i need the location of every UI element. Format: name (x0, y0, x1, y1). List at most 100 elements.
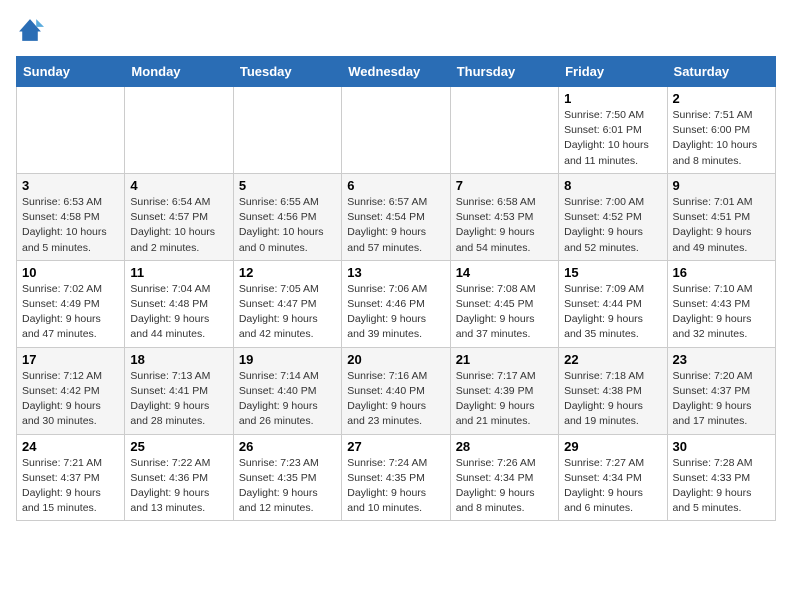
day-number: 21 (456, 352, 553, 367)
calendar-cell: 29 Sunrise: 7:27 AMSunset: 4:34 PMDayligh… (559, 434, 667, 521)
day-number: 22 (564, 352, 661, 367)
day-number: 17 (22, 352, 119, 367)
day-number: 15 (564, 265, 661, 280)
calendar-cell: 18 Sunrise: 7:13 AMSunset: 4:41 PMDayligh… (125, 347, 233, 434)
calendar-cell: 5 Sunrise: 6:55 AMSunset: 4:56 PMDaylight… (233, 173, 341, 260)
calendar-cell: 15 Sunrise: 7:09 AMSunset: 4:44 PMDayligh… (559, 260, 667, 347)
day-info: Sunrise: 7:14 AMSunset: 4:40 PMDaylight:… (239, 369, 336, 430)
day-info: Sunrise: 7:27 AMSunset: 4:34 PMDaylight:… (564, 456, 661, 517)
calendar-cell: 25Sunrise: 7:22 AMSunset: 4:36 PMDayligh… (125, 434, 233, 521)
calendar-cell (233, 87, 341, 174)
day-number: 24 (22, 439, 119, 454)
day-info: Sunrise: 7:12 AMSunset: 4:42 PMDaylight:… (22, 369, 119, 430)
calendar-cell: 13 Sunrise: 7:06 AMSunset: 4:46 PMDayligh… (342, 260, 450, 347)
calendar-cell: 2 Sunrise: 7:51 AMSunset: 6:00 PMDaylight… (667, 87, 775, 174)
day-info: Sunrise: 7:13 AMSunset: 4:41 PMDaylight:… (130, 369, 227, 430)
day-info: Sunrise: 7:24 AMSunset: 4:35 PMDaylight:… (347, 456, 444, 517)
calendar-cell: 20 Sunrise: 7:16 AMSunset: 4:40 PMDayligh… (342, 347, 450, 434)
day-number: 26 (239, 439, 336, 454)
day-number: 7 (456, 178, 553, 193)
calendar-cell: 22 Sunrise: 7:18 AMSunset: 4:38 PMDayligh… (559, 347, 667, 434)
day-number: 5 (239, 178, 336, 193)
day-number: 28 (456, 439, 553, 454)
day-info: Sunrise: 7:51 AMSunset: 6:00 PMDaylight:… (673, 108, 770, 169)
calendar-cell: 3 Sunrise: 6:53 AMSunset: 4:58 PMDaylight… (17, 173, 125, 260)
weekday-header-tuesday: Tuesday (233, 57, 341, 87)
day-info: Sunrise: 7:22 AMSunset: 4:36 PMDaylight:… (130, 456, 227, 517)
day-number: 2 (673, 91, 770, 106)
calendar-cell: 19Sunrise: 7:14 AMSunset: 4:40 PMDayligh… (233, 347, 341, 434)
day-number: 14 (456, 265, 553, 280)
day-info: Sunrise: 7:06 AMSunset: 4:46 PMDaylight:… (347, 282, 444, 343)
calendar-cell: 9Sunrise: 7:01 AMSunset: 4:51 PMDaylight… (667, 173, 775, 260)
calendar-cell: 11 Sunrise: 7:04 AMSunset: 4:48 PMDayligh… (125, 260, 233, 347)
day-number: 12 (239, 265, 336, 280)
day-info: Sunrise: 7:01 AMSunset: 4:51 PMDaylight:… (673, 195, 770, 256)
weekday-header-saturday: Saturday (667, 57, 775, 87)
day-info: Sunrise: 6:53 AMSunset: 4:58 PMDaylight:… (22, 195, 119, 256)
calendar-cell (17, 87, 125, 174)
day-number: 13 (347, 265, 444, 280)
day-number: 16 (673, 265, 770, 280)
calendar-cell: 24 Sunrise: 7:21 AMSunset: 4:37 PMDayligh… (17, 434, 125, 521)
calendar-cell: 23 Sunrise: 7:20 AMSunset: 4:37 PMDayligh… (667, 347, 775, 434)
day-info: Sunrise: 7:16 AMSunset: 4:40 PMDaylight:… (347, 369, 444, 430)
day-info: Sunrise: 7:18 AMSunset: 4:38 PMDaylight:… (564, 369, 661, 430)
day-number: 10 (22, 265, 119, 280)
calendar-cell: 17 Sunrise: 7:12 AMSunset: 4:42 PMDayligh… (17, 347, 125, 434)
day-number: 1 (564, 91, 661, 106)
calendar-cell: 26 Sunrise: 7:23 AMSunset: 4:35 PMDayligh… (233, 434, 341, 521)
day-info: Sunrise: 7:21 AMSunset: 4:37 PMDaylight:… (22, 456, 119, 517)
day-info: Sunrise: 6:54 AMSunset: 4:57 PMDaylight:… (130, 195, 227, 256)
week-row-4: 17 Sunrise: 7:12 AMSunset: 4:42 PMDayligh… (17, 347, 776, 434)
day-number: 29 (564, 439, 661, 454)
logo (16, 16, 48, 44)
calendar-table: SundayMondayTuesdayWednesdayThursdayFrid… (16, 56, 776, 521)
calendar-cell (342, 87, 450, 174)
day-info: Sunrise: 7:17 AMSunset: 4:39 PMDaylight:… (456, 369, 553, 430)
day-number: 23 (673, 352, 770, 367)
day-info: Sunrise: 7:09 AMSunset: 4:44 PMDaylight:… (564, 282, 661, 343)
calendar-cell: 14 Sunrise: 7:08 AMSunset: 4:45 PMDayligh… (450, 260, 558, 347)
day-info: Sunrise: 7:26 AMSunset: 4:34 PMDaylight:… (456, 456, 553, 517)
day-info: Sunrise: 6:58 AMSunset: 4:53 PMDaylight:… (456, 195, 553, 256)
day-info: Sunrise: 7:02 AMSunset: 4:49 PMDaylight:… (22, 282, 119, 343)
day-info: Sunrise: 6:57 AMSunset: 4:54 PMDaylight:… (347, 195, 444, 256)
day-number: 18 (130, 352, 227, 367)
calendar-cell (125, 87, 233, 174)
calendar-cell: 6Sunrise: 6:57 AMSunset: 4:54 PMDaylight… (342, 173, 450, 260)
day-number: 4 (130, 178, 227, 193)
weekday-header-monday: Monday (125, 57, 233, 87)
day-number: 20 (347, 352, 444, 367)
calendar-cell: 8 Sunrise: 7:00 AMSunset: 4:52 PMDaylight… (559, 173, 667, 260)
day-info: Sunrise: 7:20 AMSunset: 4:37 PMDaylight:… (673, 369, 770, 430)
day-info: Sunrise: 7:05 AMSunset: 4:47 PMDaylight:… (239, 282, 336, 343)
week-row-5: 24 Sunrise: 7:21 AMSunset: 4:37 PMDayligh… (17, 434, 776, 521)
weekday-header-friday: Friday (559, 57, 667, 87)
calendar-cell: 12 Sunrise: 7:05 AMSunset: 4:47 PMDayligh… (233, 260, 341, 347)
weekday-header-sunday: Sunday (17, 57, 125, 87)
day-info: Sunrise: 6:55 AMSunset: 4:56 PMDaylight:… (239, 195, 336, 256)
calendar-cell: 30Sunrise: 7:28 AMSunset: 4:33 PMDayligh… (667, 434, 775, 521)
calendar-cell: 10 Sunrise: 7:02 AMSunset: 4:49 PMDayligh… (17, 260, 125, 347)
calendar-cell: 1Sunrise: 7:50 AMSunset: 6:01 PMDaylight… (559, 87, 667, 174)
calendar-cell: 4 Sunrise: 6:54 AMSunset: 4:57 PMDaylight… (125, 173, 233, 260)
day-info: Sunrise: 7:00 AMSunset: 4:52 PMDaylight:… (564, 195, 661, 256)
day-info: Sunrise: 7:28 AMSunset: 4:33 PMDaylight:… (673, 456, 770, 517)
calendar-cell: 16 Sunrise: 7:10 AMSunset: 4:43 PMDayligh… (667, 260, 775, 347)
calendar-cell: 27 Sunrise: 7:24 AMSunset: 4:35 PMDayligh… (342, 434, 450, 521)
day-number: 3 (22, 178, 119, 193)
weekday-header-row: SundayMondayTuesdayWednesdayThursdayFrid… (17, 57, 776, 87)
day-number: 27 (347, 439, 444, 454)
day-info: Sunrise: 7:08 AMSunset: 4:45 PMDaylight:… (456, 282, 553, 343)
day-number: 8 (564, 178, 661, 193)
day-info: Sunrise: 7:23 AMSunset: 4:35 PMDaylight:… (239, 456, 336, 517)
calendar-cell (450, 87, 558, 174)
day-info: Sunrise: 7:04 AMSunset: 4:48 PMDaylight:… (130, 282, 227, 343)
week-row-2: 3 Sunrise: 6:53 AMSunset: 4:58 PMDaylight… (17, 173, 776, 260)
calendar-cell: 28 Sunrise: 7:26 AMSunset: 4:34 PMDayligh… (450, 434, 558, 521)
day-number: 11 (130, 265, 227, 280)
day-info: Sunrise: 7:10 AMSunset: 4:43 PMDaylight:… (673, 282, 770, 343)
week-row-3: 10 Sunrise: 7:02 AMSunset: 4:49 PMDayligh… (17, 260, 776, 347)
weekday-header-wednesday: Wednesday (342, 57, 450, 87)
